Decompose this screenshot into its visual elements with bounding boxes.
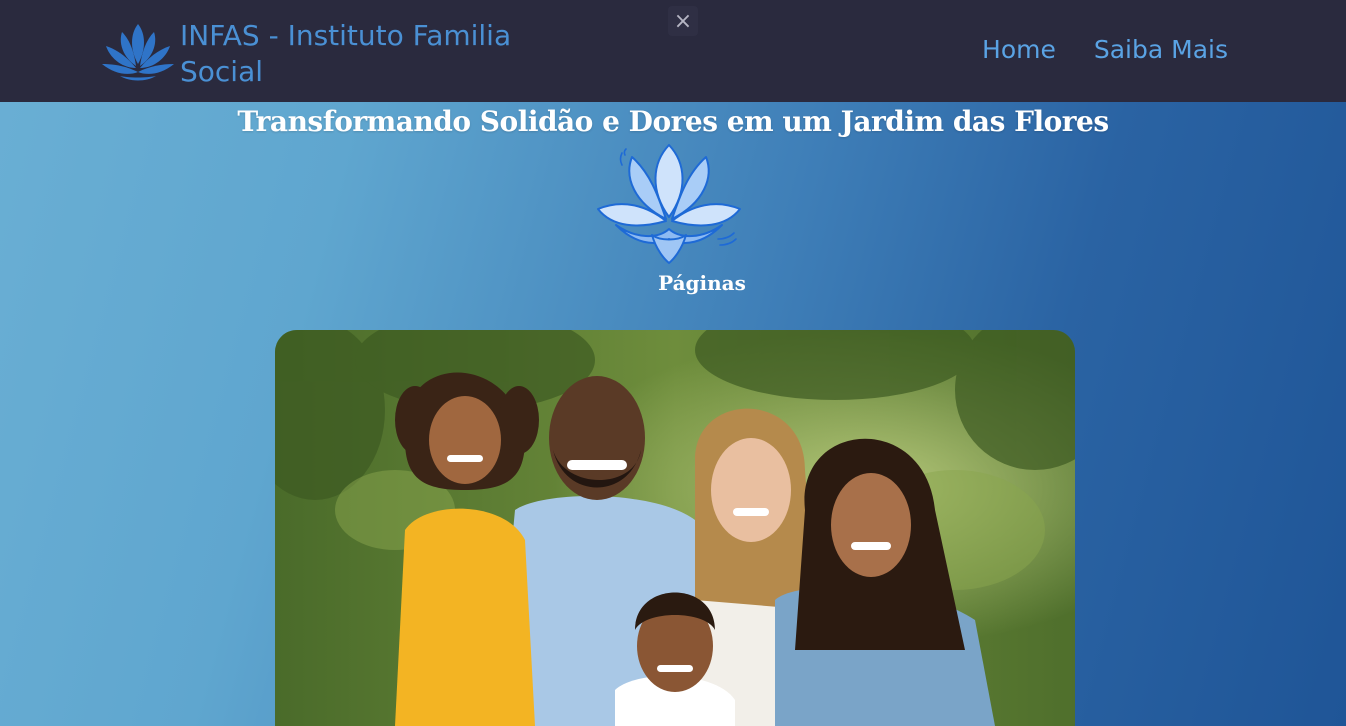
main-nav: Home Saiba Mais (982, 35, 1228, 64)
lotus-icon (102, 24, 174, 81)
hero-title: Transformando Solidão e Dores em um Jard… (237, 105, 1109, 138)
lotus-icon (597, 144, 741, 264)
family-photo-illustration (275, 330, 1075, 726)
brand-link[interactable]: INFAS - Instituto Familia Social (100, 18, 560, 90)
nav-link-saiba-mais[interactable]: Saiba Mais (1094, 35, 1228, 64)
close-button[interactable]: × (668, 6, 698, 36)
family-photo (275, 330, 1075, 726)
nav-link-home[interactable]: Home (982, 35, 1056, 64)
pages-label: Páginas (658, 271, 746, 295)
top-navbar: INFAS - Instituto Familia Social × Home … (0, 0, 1346, 102)
brand-name: INFAS - Instituto Familia Social (180, 19, 512, 88)
